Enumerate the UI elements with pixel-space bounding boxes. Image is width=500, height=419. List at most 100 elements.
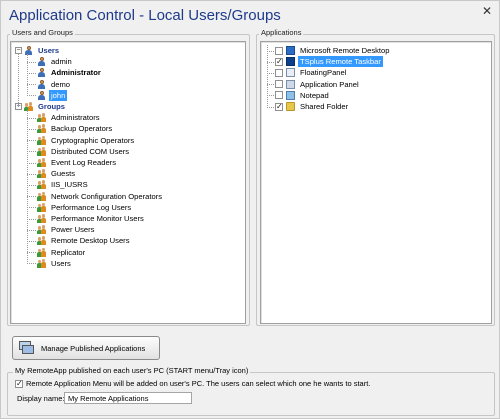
- tree-connector: [27, 196, 36, 198]
- group-item[interactable]: Event Log Readers: [37, 157, 118, 168]
- list-connector: [267, 50, 274, 52]
- group-item-label: Power Users: [51, 225, 95, 235]
- groups-header-label: Groups: [38, 102, 66, 111]
- list-connector: [267, 72, 274, 74]
- group-item-label: Users: [51, 258, 71, 268]
- list-connector: [267, 45, 268, 107]
- groups-node[interactable]: − Groups: [15, 101, 67, 112]
- users-groups-label: Users and Groups: [10, 28, 75, 37]
- group-icon: [37, 258, 46, 268]
- group-item[interactable]: Performance Monitor Users: [37, 213, 146, 224]
- group-item-label: Administrators: [51, 113, 100, 123]
- user-icon: [37, 68, 46, 78]
- taskbar-icon: [286, 57, 295, 67]
- application-item-label: Shared Folder: [300, 102, 349, 111]
- group-item-label: Guests: [51, 169, 76, 179]
- application-item-label: Notepad: [300, 90, 329, 100]
- group-item[interactable]: Network Configuration Operators: [37, 191, 164, 202]
- group-item[interactable]: Cryptographic Operators: [37, 135, 136, 146]
- application-checkbox[interactable]: ✓: [275, 57, 283, 66]
- list-connector: [267, 84, 274, 86]
- application-item[interactable]: Application Panel: [275, 79, 361, 90]
- application-item-label: FloatingPanel: [300, 68, 347, 78]
- user-item-label: john: [49, 89, 68, 101]
- group-item[interactable]: Performance Log Users: [37, 202, 133, 213]
- application-item-label: Application Panel: [300, 79, 359, 89]
- group-icon: [37, 202, 46, 212]
- tree-connector: [27, 173, 36, 175]
- remote-menu-checkbox[interactable]: ✓: [15, 379, 23, 388]
- group-item-label: Network Configuration Operators: [51, 191, 163, 201]
- application-checkbox[interactable]: [275, 68, 283, 77]
- group-icon: [37, 225, 46, 235]
- group-item[interactable]: Guests: [37, 168, 77, 179]
- application-item[interactable]: Notepad: [275, 90, 331, 101]
- group-item-label: Replicator: [51, 247, 86, 257]
- users-header-label: Users: [38, 46, 60, 55]
- users-node[interactable]: − Users: [15, 45, 61, 56]
- tree-connector: [27, 140, 36, 142]
- tree-connector: [27, 84, 36, 86]
- user-item[interactable]: demo: [37, 79, 72, 90]
- display-name-label: Display name:: [17, 394, 65, 403]
- tree-connector: [27, 151, 36, 153]
- group-item[interactable]: IIS_IUSRS: [37, 179, 90, 190]
- list-connector: [267, 95, 274, 97]
- group-icon: [37, 113, 46, 123]
- user-icon: [37, 57, 46, 67]
- application-item[interactable]: ✓ Shared Folder: [275, 101, 350, 112]
- tree-connector: [27, 72, 36, 74]
- tree-connector: [18, 53, 19, 108]
- group-item-label: Cryptographic Operators: [51, 135, 135, 145]
- group-icon: [37, 236, 46, 246]
- user-item[interactable]: admin: [37, 56, 74, 67]
- application-checkbox[interactable]: ✓: [275, 102, 283, 111]
- remote-desktop-icon: [286, 46, 295, 55]
- remote-menu-checkbox-row[interactable]: ✓ Remote Application Menu will be added …: [15, 379, 370, 388]
- user-icon: [24, 46, 33, 55]
- manage-published-applications-button[interactable]: Manage Published Applications: [12, 336, 160, 360]
- close-icon[interactable]: ✕: [481, 5, 493, 17]
- group-item-label: Remote Desktop Users: [51, 236, 130, 246]
- group-icon: [37, 169, 46, 179]
- applications-list[interactable]: Microsoft Remote Desktop ✓ TSplus Remote T…: [260, 41, 492, 324]
- tree-connector: [27, 110, 28, 264]
- notepad-icon: [286, 90, 295, 100]
- group-item[interactable]: Administrators: [37, 112, 102, 123]
- tree-connector: [27, 117, 36, 119]
- group-item-label: Performance Monitor Users: [51, 214, 144, 223]
- group-item[interactable]: Backup Operators: [37, 123, 114, 134]
- remote-menu-checkbox-label: Remote Application Menu will be added on…: [26, 379, 371, 388]
- group-item[interactable]: Remote Desktop Users: [37, 235, 132, 246]
- user-item[interactable]: Administrator: [37, 67, 103, 78]
- application-checkbox[interactable]: [275, 80, 283, 89]
- group-item[interactable]: Power Users: [37, 224, 96, 235]
- list-connector: [267, 61, 274, 63]
- application-control-window: Application Control - Local Users/Groups…: [0, 0, 500, 419]
- tree-connector: [27, 207, 36, 209]
- users-groups-tree[interactable]: − Users admin Administrator demo john − Groups A…: [10, 41, 246, 324]
- window-title: Application Control - Local Users/Groups: [9, 7, 281, 24]
- user-item[interactable]: john: [37, 89, 68, 101]
- group-icon: [37, 124, 46, 134]
- application-checkbox[interactable]: [275, 91, 283, 100]
- group-icon: [37, 135, 46, 145]
- application-item[interactable]: Microsoft Remote Desktop: [275, 45, 391, 56]
- display-name-input[interactable]: [64, 392, 192, 404]
- tree-connector: [27, 263, 36, 265]
- group-item-label: Performance Log Users: [51, 202, 132, 212]
- applications-label: Applications: [259, 28, 304, 37]
- group-item[interactable]: Distributed COM Users: [37, 146, 131, 157]
- application-checkbox[interactable]: [275, 46, 283, 55]
- group-item[interactable]: Replicator: [37, 247, 87, 258]
- group-icon: [37, 191, 46, 201]
- application-item[interactable]: ✓ TSplus Remote Taskbar: [275, 56, 383, 68]
- tree-connector: [27, 240, 36, 242]
- group-item[interactable]: Users: [37, 258, 73, 269]
- user-item-label: Administrator: [51, 68, 101, 78]
- tree-connector: [27, 218, 36, 220]
- tree-connector: [27, 128, 36, 130]
- remoteapp-label: My RemoteApp published on each user's PC…: [13, 366, 251, 375]
- group-icon: [37, 158, 46, 167]
- application-item[interactable]: FloatingPanel: [275, 67, 348, 78]
